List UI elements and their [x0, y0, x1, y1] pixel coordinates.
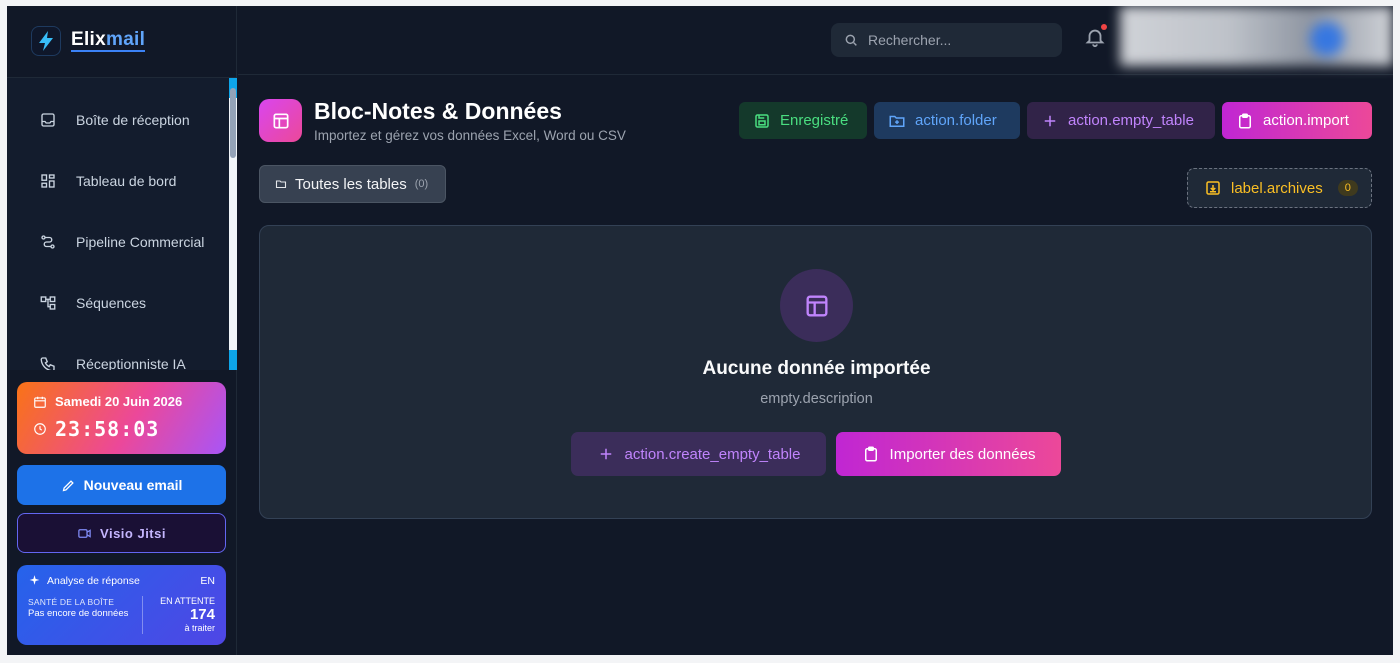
pending-sub: à traiter: [184, 623, 215, 633]
sidebar: Elixmail Boîte de réception Tableau de b…: [7, 6, 237, 655]
page-title: Bloc-Notes & Données: [314, 98, 562, 124]
tab-all-tables[interactable]: Toutes les tables (0): [259, 165, 446, 203]
pencil-icon: [62, 479, 74, 491]
current-time: 23:58:03: [55, 417, 160, 441]
new-email-label: Nouveau email: [83, 477, 183, 493]
import-data-label: Importer des données: [889, 445, 1036, 463]
clipboard-icon: [864, 446, 877, 462]
analyse-card[interactable]: Analyse de réponse EN SANTÉ DE LA BOÎTE …: [17, 565, 226, 645]
analyse-title: Analyse de réponse: [47, 574, 140, 587]
folder-button[interactable]: action.folder: [874, 102, 1020, 139]
visio-jitsi-button[interactable]: Visio Jitsi: [17, 513, 226, 553]
create-empty-table-button[interactable]: action.create_empty_table: [571, 432, 826, 476]
calendar-icon: [34, 396, 46, 408]
sidebar-scrollbar[interactable]: [229, 78, 237, 370]
main-content: Bloc-Notes & Données Importez et gérez v…: [238, 76, 1393, 655]
archives-button[interactable]: label.archives 0: [1187, 168, 1372, 208]
sidebar-item-label: Tableau de bord: [76, 173, 177, 189]
table-icon: [259, 99, 302, 142]
dashboard-icon: [41, 174, 55, 188]
sidebar-item-label: Pipeline Commercial: [76, 234, 205, 250]
scroll-thumb[interactable]: [230, 88, 236, 158]
saved-button[interactable]: Enregistré: [739, 102, 867, 139]
date-time-card: Samedi 20 Juin 2026 23:58:03: [17, 382, 226, 454]
sidebar-item-dashboard[interactable]: Tableau de bord: [7, 161, 229, 201]
health-label: SANTÉ DE LA BOÎTE: [28, 597, 115, 607]
empty-state-panel: Aucune donnée importée empty.description…: [259, 225, 1372, 519]
save-icon: [755, 113, 769, 128]
empty-table-label: action.empty_table: [1068, 112, 1194, 129]
visio-label: Visio Jitsi: [100, 525, 166, 541]
tab-label: Toutes les tables: [295, 175, 407, 193]
folder-label: action.folder: [915, 112, 997, 129]
clipboard-icon: [1239, 113, 1251, 128]
top-bar: [238, 6, 1393, 75]
new-email-button[interactable]: Nouveau email: [17, 465, 226, 505]
page-subtitle: Importez et gérez vos données Excel, Wor…: [314, 128, 626, 143]
sparkle-icon: [29, 575, 40, 585]
sidebar-item-label: Boîte de réception: [76, 112, 190, 128]
import-label: action.import: [1263, 112, 1349, 129]
sidebar-item-label: Réceptionniste IA: [76, 356, 186, 370]
empty-title: Aucune donnée importée: [702, 358, 931, 379]
empty-table-button[interactable]: action.empty_table: [1027, 102, 1215, 139]
sidebar-item-label: Séquences: [76, 295, 147, 311]
pending-count: 174: [189, 606, 215, 623]
plus-icon: [1044, 115, 1056, 126]
avatar: [1310, 22, 1344, 56]
archives-count: 0: [1337, 180, 1358, 196]
saved-label: Enregistré: [780, 112, 849, 129]
sidebar-item-sequences[interactable]: Séquences: [7, 283, 229, 323]
inbox-icon: [41, 113, 55, 127]
clock-icon: [34, 423, 46, 435]
empty-description: empty.description: [760, 391, 873, 407]
sidebar-nav: Boîte de réception Tableau de bord Pipel…: [7, 78, 237, 370]
video-icon: [78, 528, 91, 538]
folder-plus-icon: [889, 115, 905, 127]
plus-icon: [600, 448, 611, 460]
tab-count: (0): [414, 178, 429, 190]
language-badge[interactable]: EN: [200, 575, 215, 587]
sidebar-item-receptionist[interactable]: Réceptionniste IA: [7, 344, 229, 370]
search-icon: [845, 34, 857, 46]
app-window: Elixmail Boîte de réception Tableau de b…: [7, 6, 1393, 655]
create-label: action.create_empty_table: [624, 445, 801, 463]
user-profile-blurred[interactable]: [1120, 6, 1393, 66]
archives-label: label.archives: [1231, 179, 1323, 197]
scroll-down-button[interactable]: [229, 350, 237, 370]
table-icon: [780, 269, 853, 342]
current-date: Samedi 20 Juin 2026: [55, 394, 183, 409]
logo[interactable]: Elixmail: [31, 26, 146, 56]
import-button[interactable]: action.import: [1222, 102, 1372, 139]
logo-text: Elixmail: [71, 29, 146, 52]
archive-icon: [1206, 181, 1220, 195]
folder-icon: [275, 180, 287, 189]
import-data-button[interactable]: Importer des données: [836, 432, 1061, 476]
search-box[interactable]: [831, 23, 1062, 57]
sequences-icon: [40, 296, 56, 310]
notification-dot: [1101, 24, 1107, 30]
lightning-icon: [31, 26, 61, 56]
pipeline-icon: [41, 235, 55, 249]
search-input[interactable]: [868, 32, 1038, 48]
phone-icon: [40, 357, 55, 370]
health-value: Pas encore de données: [28, 608, 129, 619]
sidebar-item-inbox[interactable]: Boîte de réception: [7, 100, 229, 140]
sidebar-item-pipeline[interactable]: Pipeline Commercial: [7, 222, 229, 262]
